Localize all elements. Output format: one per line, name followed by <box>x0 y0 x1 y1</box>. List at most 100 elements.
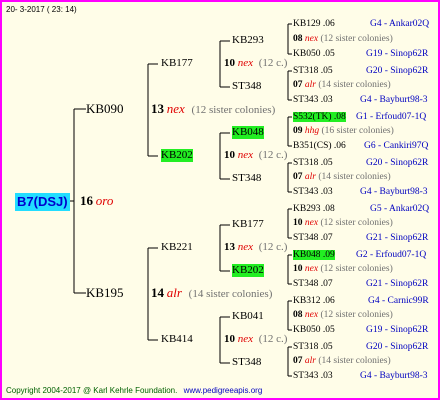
gen4-name: ST343 <box>293 371 319 381</box>
gen3-colony[interactable]: KB177 <box>232 218 264 231</box>
gen4-entry[interactable]: ST343 .03 <box>293 371 333 382</box>
gen1-colony[interactable]: KB090 <box>86 101 124 116</box>
gen3-race: nex <box>304 218 319 228</box>
gen4-entry[interactable]: ST348 .07 <box>293 279 333 290</box>
gen4-place: G4 - Carnic99R <box>368 296 429 306</box>
gen4-entry[interactable]: S532(TK) .08 <box>293 112 346 123</box>
gen4-entry[interactable]: KB050 .05 <box>293 49 335 60</box>
gen4-name: S532(TK) <box>293 112 332 122</box>
gen3-note: (16 sister colonies) <box>321 126 394 136</box>
gen4-place: G21 - Sinop62R <box>366 233 429 243</box>
gen2-race: nex <box>237 241 254 253</box>
gen4-place: G19 - Sinop62R <box>366 325 429 335</box>
gen1-num: 13 <box>151 101 164 116</box>
gen4-year: .07 <box>320 233 333 243</box>
gen3-info: 09 hhg (16 sister colonies) <box>293 126 394 137</box>
gen2-note: (12 c.) <box>258 149 288 161</box>
gen3-colony[interactable]: ST348 <box>232 80 261 93</box>
gen3-race: hhg <box>304 126 320 136</box>
gen4-year: .08 <box>333 112 346 122</box>
gen1-note: (12 sister colonies) <box>191 104 276 116</box>
gen3-colony[interactable]: KB048 <box>232 126 264 139</box>
gen3-race: alr <box>304 172 316 182</box>
gen2-colony[interactable]: KB177 <box>161 57 193 70</box>
gen3-note: (12 sister colonies) <box>320 310 393 320</box>
gen4-entry[interactable]: ST348 .07 <box>293 233 333 244</box>
gen4-entry[interactable]: ST318 .05 <box>293 158 333 169</box>
gen2-num: 10 <box>224 149 235 161</box>
copyright-text: Copyright 2004-2017 @ Karl Kehrle Founda… <box>6 386 178 395</box>
gen4-place: G4 - Bayburt98-3 <box>360 187 428 197</box>
gen4-place: G2 - Erfoud07-1Q <box>356 250 427 260</box>
gen4-year: .03 <box>320 371 333 381</box>
gen2-info: 10 nex (12 c.) <box>224 333 287 346</box>
root-colony[interactable]: B7(DSJ) <box>15 193 70 211</box>
gen4-name: ST318 <box>293 158 319 168</box>
gen3-num: 07 <box>293 80 303 90</box>
gen3-num: 09 <box>293 126 303 136</box>
gen4-year: .06 <box>322 296 335 306</box>
gen3-num: 10 <box>293 264 303 274</box>
gen3-colony[interactable]: KB293 <box>232 34 264 47</box>
gen3-num: 10 <box>293 218 303 228</box>
gen4-year: .07 <box>320 279 333 289</box>
gen4-entry[interactable]: KB048 .09 <box>293 250 335 261</box>
gen3-colony[interactable]: KB202 <box>232 264 264 277</box>
gen3-info: 08 nex (12 sister colonies) <box>293 34 393 45</box>
gen3-race: alr <box>304 356 316 366</box>
gen2-colony[interactable]: KB221 <box>161 241 193 254</box>
gen4-entry[interactable]: ST318 .05 <box>293 66 333 77</box>
gen3-race: alr <box>304 80 316 90</box>
gen2-info: 13 nex (12 c.) <box>224 241 287 254</box>
gen2-colony[interactable]: KB202 <box>161 149 193 162</box>
site-link[interactable]: www.pedigreeapis.org <box>184 386 263 395</box>
gen3-num: 07 <box>293 172 303 182</box>
gen4-entry[interactable]: ST343 .03 <box>293 95 333 106</box>
gen3-info: 10 nex (12 sister colonies) <box>293 264 393 275</box>
gen4-entry[interactable]: B351(CS) .06 <box>293 141 346 152</box>
gen4-year: .06 <box>322 19 335 29</box>
gen2-race: nex <box>237 57 254 69</box>
gen4-place: G6 - Cankiri97Q <box>364 141 429 151</box>
gen3-num: 07 <box>293 356 303 366</box>
gen4-entry[interactable]: ST343 .03 <box>293 187 333 198</box>
footer-copyright: Copyright 2004-2017 @ Karl Kehrle Founda… <box>6 386 262 396</box>
gen4-name: ST348 <box>293 279 319 289</box>
gen4-entry[interactable]: KB312 .06 <box>293 296 335 307</box>
gen4-entry[interactable]: KB129 .06 <box>293 19 335 30</box>
gen4-place: G4 - Bayburt98-3 <box>360 371 428 381</box>
gen2-race: nex <box>237 333 254 345</box>
gen4-name: ST343 <box>293 95 319 105</box>
gen3-note: (12 sister colonies) <box>320 218 393 228</box>
gen3-colony[interactable]: KB041 <box>232 310 264 323</box>
gen3-info: 07 alr (14 sister colonies) <box>293 172 391 183</box>
gen1-colony[interactable]: KB195 <box>86 285 124 300</box>
gen3-info: 07 alr (14 sister colonies) <box>293 356 391 367</box>
gen4-entry[interactable]: ST318 .05 <box>293 342 333 353</box>
gen4-name: KB129 <box>293 19 321 29</box>
gen3-note: (14 sister colonies) <box>318 80 391 90</box>
gen4-name: ST348 <box>293 233 319 243</box>
gen2-note: (12 c.) <box>258 241 288 253</box>
root-race: oro <box>95 193 114 208</box>
gen4-place: G5 - Ankar02Q <box>370 204 430 214</box>
gen4-name: KB048 <box>293 250 321 260</box>
gen4-name: KB293 <box>293 204 321 214</box>
gen3-colony[interactable]: ST348 <box>232 172 261 185</box>
root-info: 16 oro <box>80 193 113 209</box>
gen4-year: .08 <box>322 204 335 214</box>
gen4-name: KB312 <box>293 296 321 306</box>
gen4-year: .05 <box>320 342 333 352</box>
gen1-num: 14 <box>151 285 164 300</box>
gen4-place: G20 - Sinop62R <box>366 158 429 168</box>
gen2-info: 10 nex (12 c.) <box>224 149 287 162</box>
gen4-place: G4 - Ankar02Q <box>370 19 430 29</box>
gen3-colony[interactable]: ST348 <box>232 356 261 369</box>
gen2-colony[interactable]: KB414 <box>161 333 193 346</box>
gen4-entry[interactable]: KB050 .05 <box>293 325 335 336</box>
gen3-info: 08 nex (12 sister colonies) <box>293 310 393 321</box>
gen4-name: B351(CS) <box>293 141 332 151</box>
gen4-year: .03 <box>320 95 333 105</box>
gen3-note: (12 sister colonies) <box>320 34 393 44</box>
gen4-entry[interactable]: KB293 .08 <box>293 204 335 215</box>
